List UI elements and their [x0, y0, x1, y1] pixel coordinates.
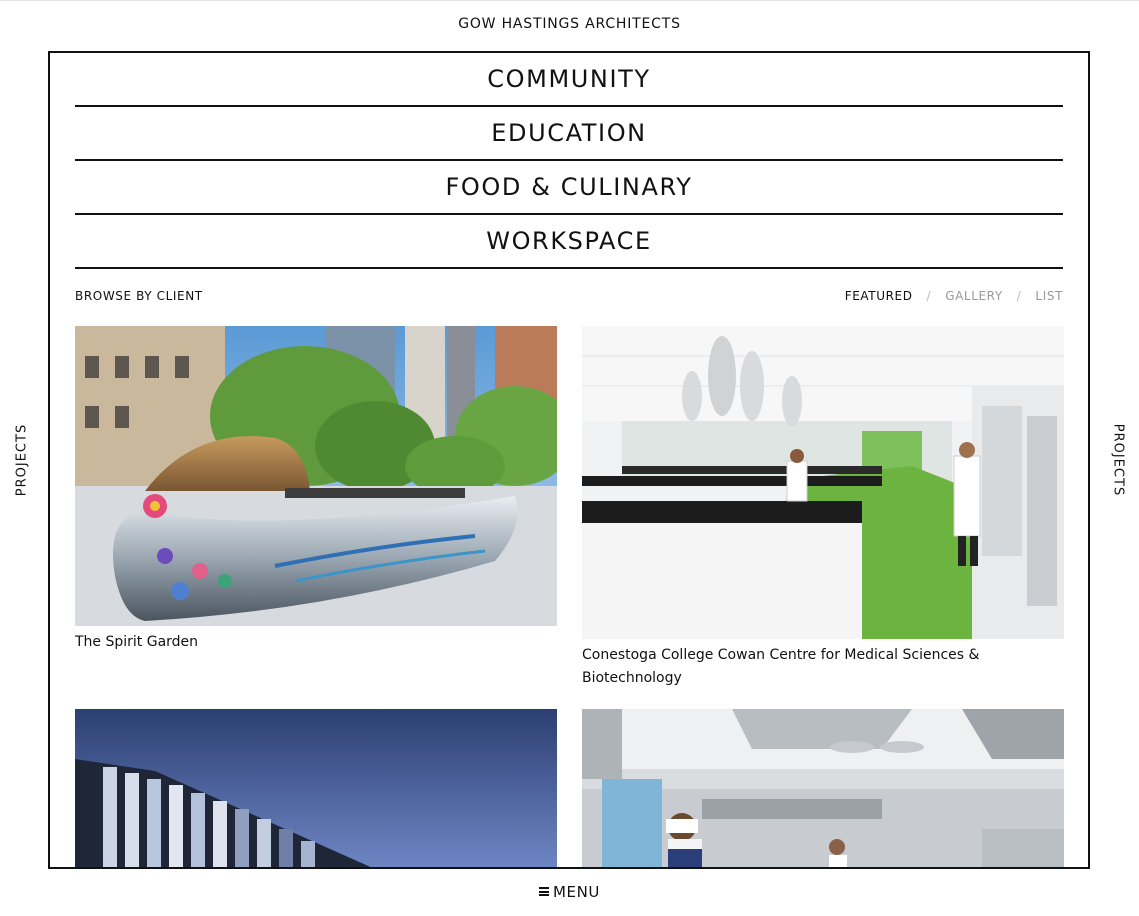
view-gallery[interactable]: GALLERY — [945, 289, 1003, 303]
menu-label: MENU — [552, 882, 601, 901]
hamburger-icon — [538, 887, 549, 896]
project-title[interactable]: The Spirit Garden — [75, 631, 557, 654]
side-nav-projects-left[interactable]: PROJECTS — [15, 424, 30, 496]
category-workspace[interactable]: WORKSPACE — [75, 215, 1063, 269]
project-image-conestoga[interactable] — [582, 326, 1064, 639]
projects-panel: COMMUNITY EDUCATION FOOD & CULINARY WORK… — [48, 51, 1090, 869]
project-image-culinary-kitchen[interactable] — [582, 709, 1064, 867]
site-title[interactable]: GOW HASTINGS ARCHITECTS — [0, 16, 1139, 32]
view-separator: / — [1016, 289, 1022, 303]
project-card[interactable]: Conestoga College Cowan Centre for Medic… — [582, 326, 1064, 690]
view-switcher: FEATURED / GALLERY / LIST — [845, 289, 1063, 303]
menu-button[interactable]: MENU — [538, 882, 601, 901]
view-list[interactable]: LIST — [1035, 289, 1063, 303]
project-card[interactable] — [582, 709, 1064, 867]
project-card[interactable]: The Spirit Garden — [75, 326, 557, 654]
project-title[interactable]: Conestoga College Cowan Centre for Medic… — [582, 644, 1064, 690]
category-list: COMMUNITY EDUCATION FOOD & CULINARY WORK… — [75, 53, 1063, 269]
project-image-spirit-garden[interactable] — [75, 326, 557, 626]
top-rule — [0, 0, 1139, 1]
side-nav-projects-right[interactable]: PROJECTS — [1111, 424, 1126, 496]
browse-by-client-link[interactable]: BROWSE BY CLIENT — [75, 289, 203, 303]
category-food-culinary[interactable]: FOOD & CULINARY — [75, 161, 1063, 215]
project-image-building-dusk[interactable] — [75, 709, 557, 867]
project-card[interactable] — [75, 709, 557, 867]
category-education[interactable]: EDUCATION — [75, 107, 1063, 161]
view-featured[interactable]: FEATURED — [845, 289, 913, 303]
view-separator: / — [926, 289, 932, 303]
view-toolbar: BROWSE BY CLIENT FEATURED / GALLERY / LI… — [75, 289, 1063, 305]
category-community[interactable]: COMMUNITY — [75, 53, 1063, 107]
footer-menu: MENU — [0, 882, 1139, 901]
